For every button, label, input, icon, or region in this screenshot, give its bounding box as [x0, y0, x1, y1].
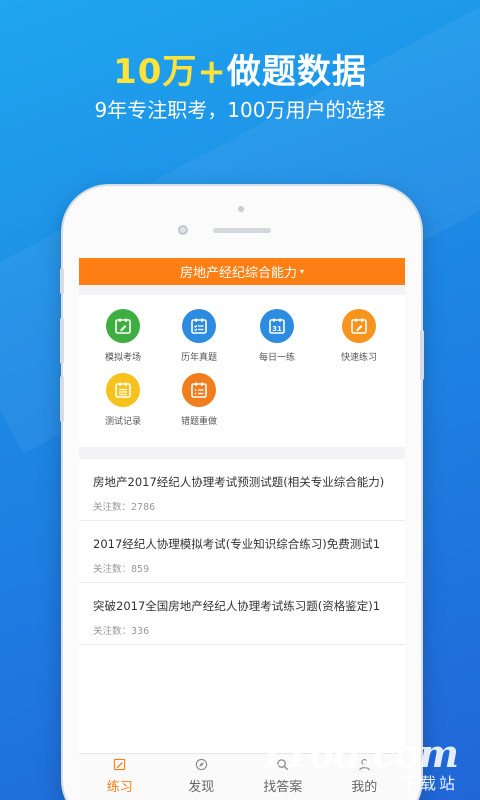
chevron-down-icon: ▾	[300, 267, 305, 276]
grid-item-wrong-redo[interactable]: 错题重做	[159, 373, 239, 427]
grid-label: 测试记录	[104, 417, 141, 427]
volume-up-button	[60, 318, 64, 364]
tab-label: 发现	[188, 780, 215, 795]
grid-item-quick-practice[interactable]: 快速练习	[319, 309, 399, 363]
grid-item-test-records[interactable]: 测试记录	[83, 373, 163, 427]
promo-headline: 10万+做题数据	[0, 44, 480, 93]
promo-subline: 9年专注职考，100万用户的选择	[94, 98, 386, 122]
calendar-31-icon: 31	[260, 309, 294, 343]
grid-label: 错题重做	[180, 417, 217, 427]
feature-grid: 模拟考场 历年真题 31 每日一练 快速练习 测试记录 错题重做	[79, 295, 405, 447]
svg-text:31: 31	[272, 325, 282, 333]
list-item-follow-count: 关注数：336	[93, 626, 150, 637]
compass-icon	[195, 758, 207, 771]
list-icon	[106, 373, 140, 407]
subject-title: 房地产经纪综合能力	[179, 266, 297, 281]
grid-label: 模拟考场	[104, 353, 141, 363]
pencil-icon	[114, 758, 126, 771]
tab-discover[interactable]: 发现	[161, 754, 243, 800]
list-item[interactable]: 突破2017全国房地产经纪人协理考试练习题(资格鉴定)1 关注数：336	[79, 583, 405, 645]
sensor-dot	[238, 206, 244, 212]
grid-item-mock-exam[interactable]: 模拟考场	[83, 309, 163, 363]
site-watermark-sub: 下载站	[400, 774, 458, 793]
headline-highlight: 10万+	[113, 52, 227, 92]
grid-label: 快速练习	[340, 353, 377, 363]
calendar-edit-icon	[342, 309, 376, 343]
earpiece-speaker	[213, 228, 271, 233]
subject-selector[interactable]: 房地产经纪综合能力 ▾	[79, 258, 405, 285]
power-button	[420, 330, 424, 380]
grid-label: 每日一练	[258, 353, 295, 363]
tab-label: 练习	[106, 780, 133, 795]
tab-label: 我的	[351, 780, 378, 795]
checklist-icon	[182, 309, 216, 343]
list-item-follow-count: 关注数：859	[93, 564, 150, 575]
volume-down-button	[60, 376, 64, 422]
list-item[interactable]: 2017经纪人协理模拟考试(专业知识综合练习)免费测试1 关注数：859	[79, 521, 405, 583]
grid-label: 历年真题	[180, 353, 217, 363]
list-item-follow-count: 关注数：2786	[93, 502, 156, 513]
mute-switch	[60, 268, 64, 294]
checklist-icon	[182, 373, 216, 407]
calendar-edit-icon	[106, 309, 140, 343]
headline-rest: 做题数据	[226, 52, 367, 92]
app-screen: 房地产经纪综合能力 ▾ 模拟考场 历年真题 31 每日一练 快速练习 测试记录 …	[79, 258, 405, 800]
front-camera	[178, 225, 188, 235]
tab-practice[interactable]: 练习	[79, 754, 161, 800]
list-item-title: 突破2017全国房地产经纪人协理考试练习题(资格鉴定)1	[93, 599, 381, 613]
grid-item-past-exams[interactable]: 历年真题	[159, 309, 239, 363]
list-item-title: 2017经纪人协理模拟考试(专业知识综合练习)免费测试1	[93, 537, 381, 551]
grid-item-daily-practice[interactable]: 31 每日一练	[237, 309, 317, 363]
list-item[interactable]: 房地产2017经纪人协理考试预测试题(相关专业综合能力) 关注数：2786	[79, 459, 405, 521]
list-item-title: 房地产2017经纪人协理考试预测试题(相关专业综合能力)	[93, 475, 385, 489]
tab-label: 找答案	[263, 780, 303, 795]
